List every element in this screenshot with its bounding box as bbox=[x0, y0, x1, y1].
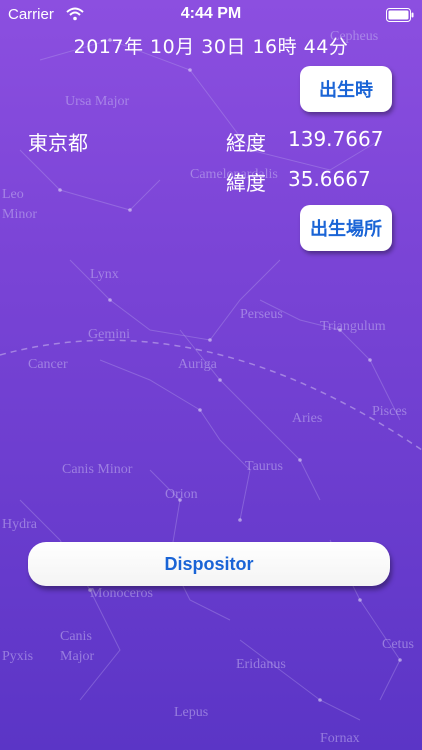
constellation-label: Ursa Major bbox=[65, 94, 129, 109]
constellation-label: Leo bbox=[2, 187, 24, 202]
constellation-label: Perseus bbox=[240, 307, 283, 322]
status-bar: Carrier 4:44 PM bbox=[0, 0, 422, 28]
constellation-label: Triangulum bbox=[320, 319, 386, 334]
constellation-label: Auriga bbox=[178, 357, 218, 372]
constellation-label: Aries bbox=[292, 411, 322, 426]
constellation-label: Monoceros bbox=[90, 586, 153, 601]
constellation-label: Major bbox=[60, 649, 95, 664]
constellation-label: Lepus bbox=[174, 705, 208, 720]
constellation-label: Taurus bbox=[245, 459, 283, 474]
constellation-label: Pisces bbox=[372, 404, 407, 419]
star-map-background: Ursa MajorCamelopardalisCepheusLeoMinorL… bbox=[0, 29, 422, 746]
constellation-label: Canis bbox=[60, 629, 92, 644]
constellation-label: Hydra bbox=[2, 517, 38, 532]
constellation-label: Gemini bbox=[88, 327, 130, 342]
location-name: 東京都 bbox=[28, 131, 88, 155]
constellation-label: Canis Minor bbox=[62, 462, 133, 477]
latitude-value: 35.6667 bbox=[288, 167, 371, 191]
birth-time-button[interactable]: 出生時 bbox=[300, 66, 392, 112]
longitude-value: 139.7667 bbox=[288, 127, 384, 151]
constellation-label: Cancer bbox=[28, 357, 68, 372]
constellation-label: Fornax bbox=[320, 731, 360, 746]
constellation-label: Lynx bbox=[90, 267, 119, 282]
dispositor-button[interactable]: Dispositor bbox=[28, 542, 390, 586]
birth-datetime: 2017年 10月 30日 16時 44分 bbox=[73, 36, 349, 58]
status-time: 4:44 PM bbox=[180, 5, 242, 22]
longitude-label: 経度 bbox=[226, 131, 266, 155]
birth-place-button[interactable]: 出生場所 bbox=[300, 205, 392, 251]
constellation-label: Cetus bbox=[382, 637, 414, 652]
constellation-label: Eridanus bbox=[236, 657, 286, 672]
battery-icon bbox=[386, 8, 414, 22]
constellation-label: Minor bbox=[2, 207, 37, 222]
constellation-label: Pyxis bbox=[2, 649, 33, 664]
latitude-label: 緯度 bbox=[226, 171, 266, 195]
constellation-label: Orion bbox=[165, 487, 198, 502]
